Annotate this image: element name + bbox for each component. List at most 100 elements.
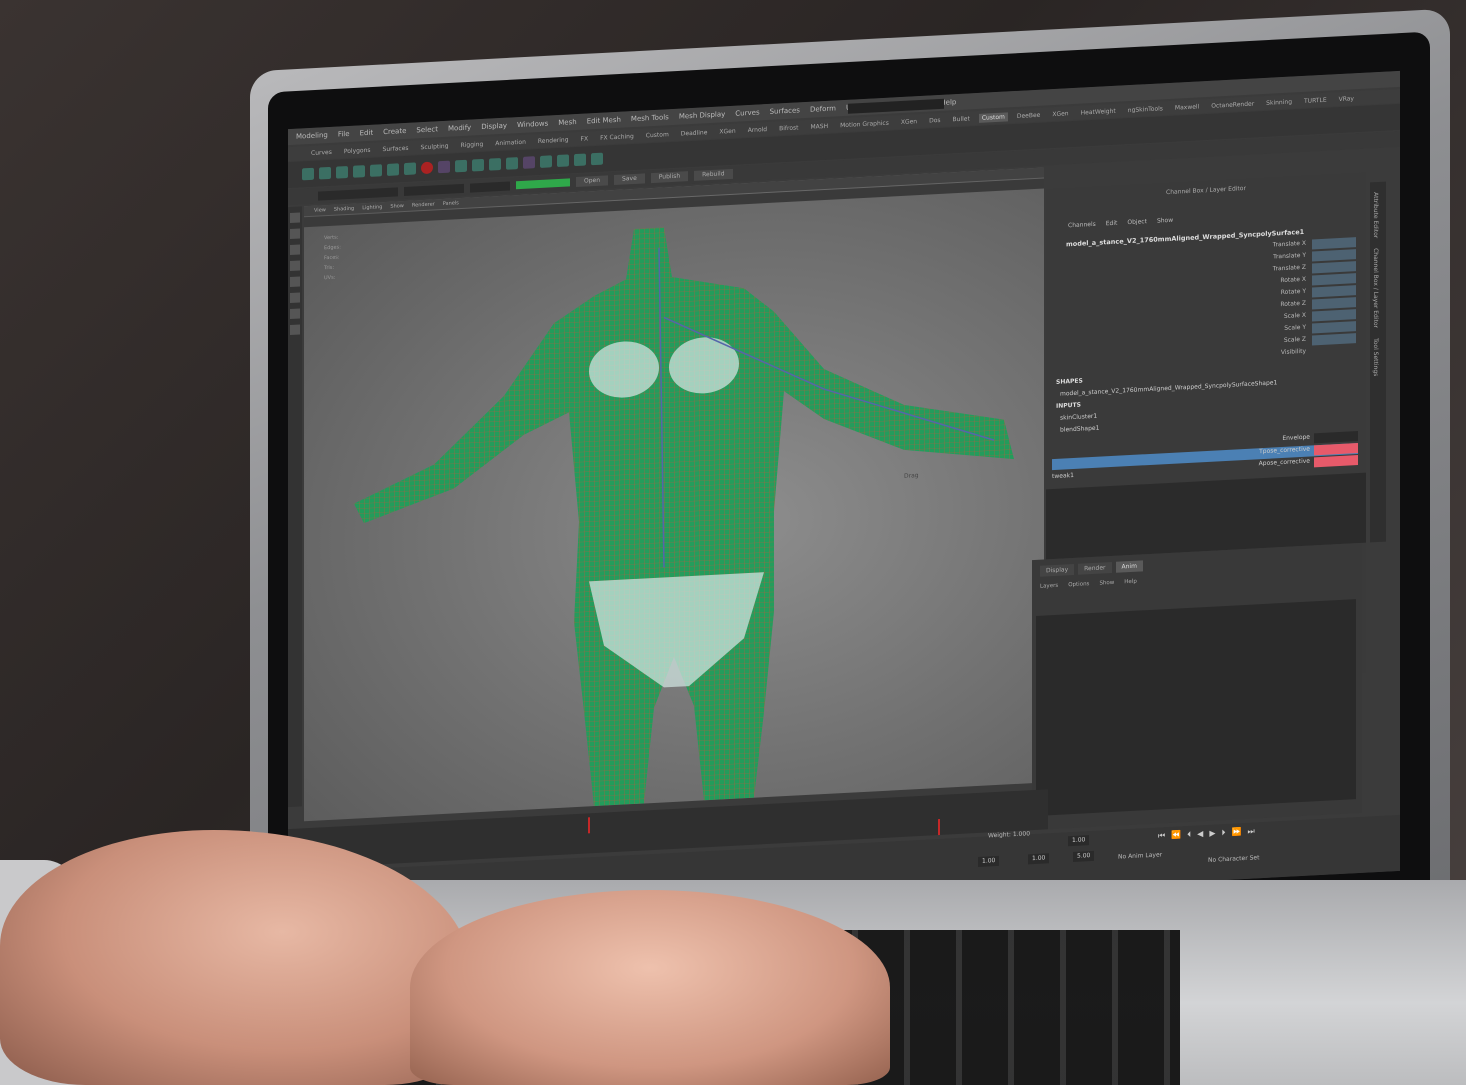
status-field[interactable]	[318, 186, 398, 201]
save-button[interactable]: Save	[614, 173, 645, 186]
shelf-tab[interactable]: XGen	[898, 117, 920, 127]
shelf-tool-icon[interactable]	[353, 165, 365, 178]
next-key-icon[interactable]: ⏵	[1221, 828, 1225, 838]
shelf-tool-icon[interactable]	[302, 167, 314, 181]
menu-item[interactable]: Windows	[517, 119, 548, 129]
menu-item[interactable]: Mesh Display	[679, 110, 725, 120]
shelf-tool-icon[interactable]	[557, 154, 569, 168]
shelf-tab[interactable]: Motion Graphics	[837, 118, 892, 130]
shelf-tab[interactable]: Rigging	[458, 139, 487, 150]
range-field[interactable]: 1.00	[978, 855, 1000, 867]
shelf-tab[interactable]: Bifrost	[776, 123, 801, 133]
menu-help[interactable]: Help	[1124, 579, 1137, 586]
shelf-tool-icon[interactable]	[336, 165, 348, 179]
open-button[interactable]: Open	[576, 175, 609, 188]
menu-edit[interactable]: Edit	[1106, 220, 1118, 228]
attr-value[interactable]	[1312, 273, 1356, 286]
go-to-start-icon[interactable]: ⏮	[1158, 831, 1165, 841]
shelf-tool-icon[interactable]	[387, 163, 399, 176]
shelf-tab[interactable]: Animation	[492, 137, 529, 148]
menu-item[interactable]: Deform	[810, 104, 836, 113]
shelf-tab[interactable]: DeeBee	[1014, 110, 1044, 121]
attr-value[interactable]	[1312, 249, 1356, 262]
shelf-tab[interactable]: Rendering	[535, 135, 572, 146]
attr-value[interactable]	[1312, 333, 1356, 346]
shelf-tab[interactable]: OctaneRender	[1208, 99, 1257, 111]
shelf-tool-icon[interactable]	[370, 164, 382, 177]
tab-anim[interactable]: Anim	[1115, 560, 1143, 573]
step-back-icon[interactable]: ⏪	[1171, 830, 1181, 841]
shelf-tool-icon[interactable]	[404, 162, 416, 176]
shelf-tab[interactable]: HeatWeight	[1078, 106, 1119, 117]
menu-item[interactable]: File	[338, 130, 350, 139]
menu-options[interactable]: Options	[1068, 581, 1089, 588]
current-time-field[interactable]: 1.00	[1068, 835, 1090, 847]
paint-tool-icon[interactable]	[290, 244, 300, 256]
viewport-panel[interactable]: View Shading Lighting Show Renderer Pane…	[304, 167, 1044, 822]
play-forward-icon[interactable]: ▶	[1209, 829, 1215, 839]
shelf-tool-icon[interactable]	[472, 158, 484, 172]
shelf-tab[interactable]: FX	[578, 134, 592, 144]
menu-layers[interactable]: Layers	[1040, 583, 1058, 590]
menu-item[interactable]: Edit Mesh	[587, 116, 621, 126]
shelf-tab[interactable]: Custom	[643, 130, 672, 141]
menu-item[interactable]: Edit	[360, 129, 374, 138]
menu-item[interactable]: Create	[383, 127, 406, 136]
layout-icon[interactable]	[290, 324, 300, 336]
attr-value[interactable]	[1312, 285, 1356, 298]
layer-list[interactable]	[1036, 599, 1356, 816]
go-to-end-icon[interactable]: ⏭	[1247, 826, 1254, 836]
shelf-tab[interactable]: FX Caching	[597, 131, 637, 142]
shelf-tab[interactable]: Bullet	[950, 114, 973, 124]
menu-item[interactable]: Display	[481, 122, 507, 131]
shelf-tab[interactable]: ngSkinTools	[1125, 104, 1166, 115]
menu-object[interactable]: Object	[1127, 218, 1147, 226]
menu-item[interactable]: Modeling	[296, 131, 328, 141]
select-tool-icon[interactable]	[290, 212, 300, 224]
shape-node-name[interactable]: model_a_stance_V2_1760mmAligned_Wrapped_…	[1060, 379, 1277, 397]
play-backward-icon[interactable]: ◀	[1197, 829, 1203, 839]
attr-value[interactable]	[1312, 309, 1356, 322]
attr-value[interactable]	[1312, 321, 1356, 334]
shelf-tab[interactable]: Curves	[308, 147, 335, 157]
menu-item[interactable]: Modify	[448, 124, 471, 133]
range-end-field[interactable]: 5.00	[1073, 850, 1095, 862]
attr-value[interactable]	[1312, 297, 1356, 310]
input-blendshape[interactable]: blendShape1	[1060, 425, 1099, 434]
prev-key-icon[interactable]: ⏴	[1187, 830, 1191, 840]
range-start-field[interactable]: 1.00	[1028, 853, 1050, 865]
shelf-tab[interactable]: Surfaces	[380, 143, 412, 154]
shelf-tab[interactable]: VRay	[1336, 94, 1357, 104]
menu-item[interactable]: Select	[416, 125, 438, 134]
attr-value[interactable]	[1312, 345, 1356, 358]
wireframe-body-mesh[interactable]	[304, 168, 1044, 822]
shelf-tool-icon[interactable]	[523, 156, 535, 169]
bs-value[interactable]	[1314, 443, 1358, 456]
shelf-tool-icon[interactable]	[438, 160, 450, 174]
attr-value[interactable]	[1312, 237, 1356, 250]
shelf-tab[interactable]: XGen	[716, 126, 738, 136]
shelf-tab[interactable]: Skinning	[1263, 97, 1295, 108]
current-time-marker[interactable]	[588, 817, 590, 834]
bs-value[interactable]	[1314, 431, 1358, 444]
menu-show[interactable]: Show	[1099, 580, 1114, 587]
shelf-tool-icon[interactable]	[455, 159, 467, 173]
rebuild-button[interactable]: Rebuild	[694, 168, 733, 181]
record-icon[interactable]	[421, 161, 433, 175]
input-skincluster[interactable]: skinCluster1	[1060, 413, 1097, 422]
attr-value[interactable]	[1312, 261, 1356, 274]
shelf-tab[interactable]: Sculpting	[418, 141, 452, 152]
menu-item[interactable]: Mesh Tools	[631, 113, 669, 123]
shelf-tool-icon[interactable]	[489, 157, 501, 171]
shelf-tool-icon[interactable]	[540, 155, 552, 168]
shelf-tab[interactable]: TURTLE	[1301, 95, 1330, 105]
shelf-tab[interactable]: MASH	[808, 121, 832, 131]
tab-attribute-editor[interactable]: Attribute Editor	[1372, 192, 1379, 239]
bs-value[interactable]	[1314, 455, 1358, 468]
shelf-tab[interactable]: XGen	[1049, 109, 1071, 119]
status-field[interactable]	[404, 183, 464, 196]
anim-layer-label[interactable]: No Anim Layer	[1118, 851, 1162, 860]
shelf-tab[interactable]: Deadline	[678, 128, 711, 139]
shelf-tab[interactable]: Polygons	[341, 145, 374, 156]
menu-item[interactable]: Mesh	[558, 118, 576, 127]
